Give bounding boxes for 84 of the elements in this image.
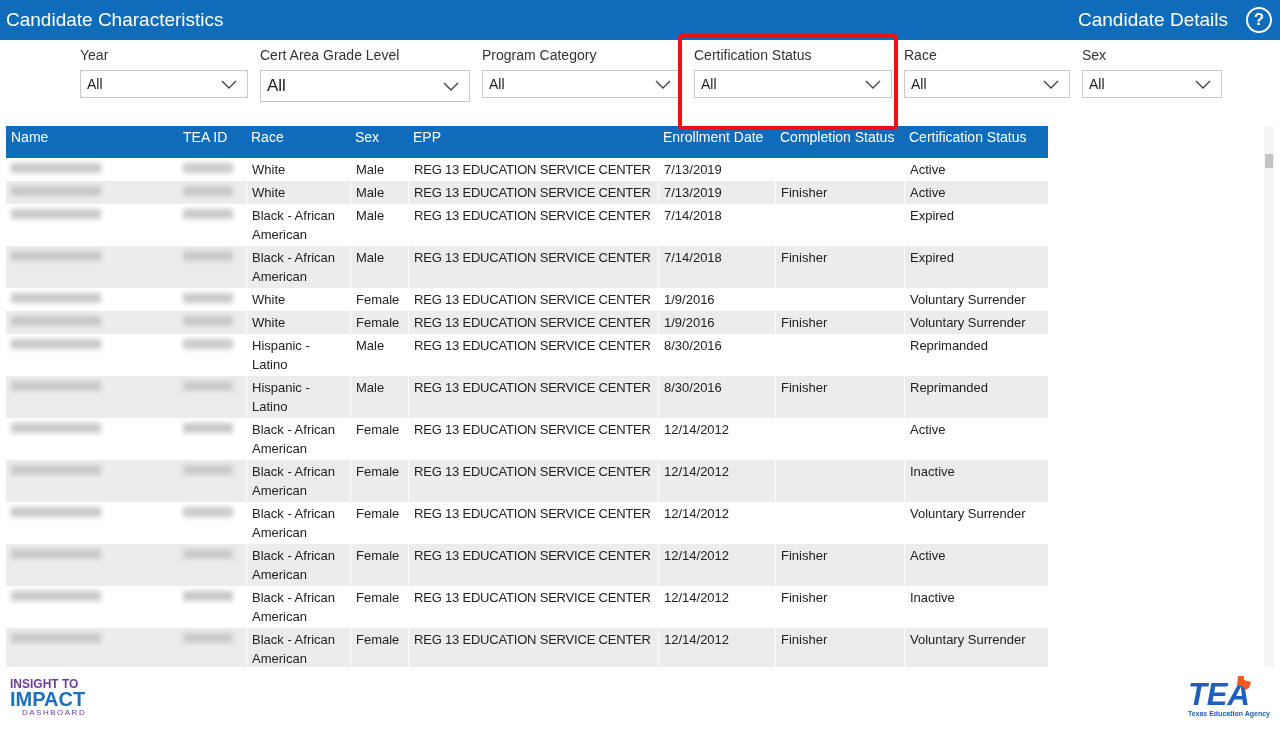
table-cell: 1/9/2016 (658, 311, 775, 334)
redacted-text (183, 251, 233, 261)
redacted-text (183, 293, 233, 303)
table-cell: Active (904, 181, 1048, 204)
redacted-text (183, 339, 233, 349)
insight-to-impact-logo: INSIGHT TO IMPACT DASHBOARD (10, 678, 87, 718)
table-cell: Finisher (775, 246, 904, 288)
chevron-down-icon (443, 81, 459, 91)
table-cell: Female (350, 628, 408, 667)
table-cell: Active (904, 544, 1048, 586)
table-cell: Finisher (775, 376, 904, 418)
redacted-text (183, 507, 233, 517)
redacted-text (183, 209, 233, 219)
chevron-down-icon (1043, 79, 1059, 89)
column-header[interactable]: Name (6, 126, 178, 158)
table-cell: 12/14/2012 (658, 628, 775, 667)
column-header[interactable]: Enrollment Date (658, 126, 775, 158)
table-cell: Black - African American (246, 544, 350, 586)
column-header[interactable]: Sex (350, 126, 408, 158)
table-cell: Voluntary Surrender (904, 311, 1048, 334)
table-cell: Reprimanded (904, 376, 1048, 418)
table-cell: Inactive (904, 460, 1048, 502)
filter-dropdown[interactable]: All (260, 70, 470, 102)
table-cell: REG 13 EDUCATION SERVICE CENTER (408, 544, 658, 586)
column-header[interactable]: Race (246, 126, 350, 158)
redacted-text (183, 186, 233, 196)
redacted-text (183, 423, 233, 433)
filter-label: Program Category (482, 47, 598, 63)
table-cell: Black - African American (246, 628, 350, 667)
table-cell: 8/30/2016 (658, 376, 775, 418)
table-cell: Female (350, 311, 408, 334)
table-cell: Finisher (775, 544, 904, 586)
table-cell: 12/14/2012 (658, 544, 775, 586)
table-cell: Finisher (775, 181, 904, 204)
column-header[interactable]: Certification Status (904, 126, 1048, 158)
table-cell: Expired (904, 246, 1048, 288)
table-cell: REG 13 EDUCATION SERVICE CENTER (408, 181, 658, 204)
redacted-text (183, 591, 233, 601)
redacted-text (183, 163, 233, 173)
table-cell: Female (350, 460, 408, 502)
table-cell: Finisher (775, 628, 904, 667)
chevron-down-icon (865, 79, 881, 89)
redacted-text (183, 381, 233, 391)
filter-dropdown[interactable]: All (694, 70, 892, 98)
filter-label: Sex (1082, 47, 1108, 63)
table-cell: Hispanic - Latino (246, 376, 350, 418)
chevron-down-icon (1195, 79, 1211, 89)
filter-label: Cert Area Grade Level (260, 47, 401, 63)
table-cell: Black - African American (246, 246, 350, 288)
table-cell: Female (350, 544, 408, 586)
table-cell: REG 13 EDUCATION SERVICE CENTER (408, 376, 658, 418)
redacted-text (183, 465, 233, 475)
table-cell: REG 13 EDUCATION SERVICE CENTER (408, 311, 658, 334)
filter-dropdown[interactable]: All (1082, 70, 1222, 98)
table-cell: Finisher (775, 311, 904, 334)
help-button[interactable]: ? (1246, 7, 1272, 33)
chevron-down-icon (221, 79, 237, 89)
redacted-text (183, 316, 233, 326)
redacted-text (183, 633, 233, 643)
table-cell: White (246, 181, 350, 204)
filter-label: Race (904, 47, 938, 63)
table-cell: Male (350, 181, 408, 204)
table-cell: Black - African American (246, 460, 350, 502)
column-header[interactable]: EPP (408, 126, 658, 158)
filter-label: Year (80, 47, 110, 63)
chevron-down-icon (655, 79, 671, 89)
filter-dropdown[interactable]: All (80, 70, 248, 98)
redacted-text (183, 549, 233, 559)
table-cell: Voluntary Surrender (904, 628, 1048, 667)
table-cell: White (246, 311, 350, 334)
table-cell: Male (350, 376, 408, 418)
table-cell: Male (350, 246, 408, 288)
table-cell: 7/14/2018 (658, 246, 775, 288)
table-cell: REG 13 EDUCATION SERVICE CENTER (408, 628, 658, 667)
table-cell: REG 13 EDUCATION SERVICE CENTER (408, 460, 658, 502)
table-cell: 7/13/2019 (658, 181, 775, 204)
column-header[interactable]: TEA ID (178, 126, 246, 158)
page-title: Candidate Characteristics (6, 9, 224, 31)
filter-label: Certification Status (694, 47, 813, 63)
scrollbar[interactable] (1264, 126, 1274, 667)
filter-dropdown[interactable]: All (904, 70, 1070, 98)
table-cell: 12/14/2012 (658, 460, 775, 502)
candidate-details-link[interactable]: Candidate Details (1078, 9, 1228, 31)
table-cell: REG 13 EDUCATION SERVICE CENTER (408, 246, 658, 288)
